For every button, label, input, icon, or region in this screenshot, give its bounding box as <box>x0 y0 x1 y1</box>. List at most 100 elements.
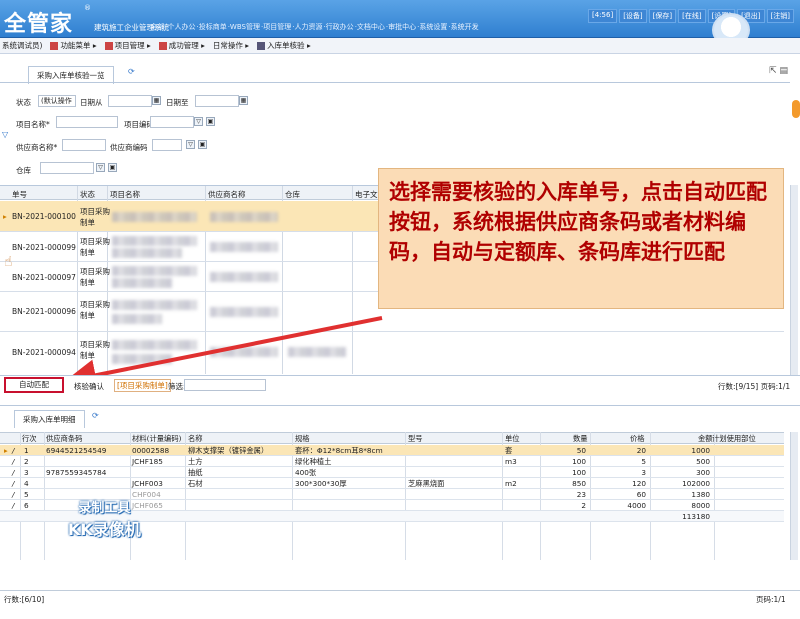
nav-settings[interactable]: ·系统设置 <box>417 22 447 32</box>
folder-icon <box>104 42 113 50</box>
refresh-icon[interactable]: ⟳ <box>92 411 99 420</box>
filter-tag[interactable]: [项目采购制单] <box>114 379 171 392</box>
redacted-text <box>112 278 172 288</box>
row-barcode: 6944521254549 <box>46 446 107 455</box>
redacted-text <box>210 272 278 282</box>
col-no[interactable]: 单号 <box>12 189 27 200</box>
top-nav: ·全部 ·个人办公 ·投标商单 ·WBS管理 ·项目管理 ·人力资源 ·行政办公… <box>148 22 479 32</box>
breadcrumb: 系统调试员) 功能菜单 ▸ 项目管理 ▸ 成功管理 ▸ 日常操作 ▸ 入库单核验… <box>0 38 800 54</box>
print-icon[interactable]: ▤ <box>779 66 788 76</box>
auto-match-button[interactable]: 自动匹配 <box>4 377 64 393</box>
top-links: [4:56] [设备] [保存] [在线] [设置] [退出] [注销] <box>588 9 794 23</box>
lookup-icon[interactable]: ▣ <box>206 117 215 126</box>
top-link-1[interactable]: [4:56] <box>588 9 618 23</box>
breadcrumb-menu[interactable]: 功能菜单 ▸ <box>50 40 97 51</box>
detail-scrollbar[interactable] <box>790 432 798 560</box>
col-warehouse[interactable]: 仓库 <box>285 189 300 200</box>
col-model[interactable]: 型号 <box>408 434 423 444</box>
top-link-2[interactable]: [设备] <box>619 9 647 23</box>
filter-icon[interactable]: ▽ <box>186 140 195 149</box>
row-name: 柳木支撑架（镀锌金属） <box>188 446 269 455</box>
row-amount: 102000 <box>682 479 710 488</box>
edit-icon[interactable]: / <box>12 446 14 455</box>
nav-hr[interactable]: ·人力资源 <box>292 22 322 32</box>
table-row[interactable]: / 2 JCHF185 土方 绿化种植土 m3 100 5 500 <box>0 456 784 467</box>
status-label: 状态 <box>16 98 31 107</box>
col-material-code[interactable]: 材料(计量编码) <box>132 434 181 444</box>
edit-icon[interactable]: / <box>12 490 14 499</box>
inbound-detail-grid: 行次 供应商条码 材料(计量编码) 名称 规格 型号 单位 数量 价格 金额 计… <box>0 432 784 560</box>
top-link-3[interactable]: [保存] <box>648 9 677 23</box>
nav-all[interactable]: ·全部 <box>148 22 164 32</box>
verify-confirm-button[interactable]: 核验确认 <box>74 381 104 392</box>
col-project[interactable]: 项目名称 <box>110 189 140 200</box>
supplier-name-input[interactable] <box>62 139 106 151</box>
date-to-input[interactable] <box>195 95 239 107</box>
side-handle[interactable] <box>792 100 800 118</box>
col-supplier[interactable]: 供应商名称 <box>208 189 246 200</box>
nav-wbs[interactable]: ·WBS管理 <box>228 22 260 32</box>
edit-icon[interactable]: / <box>12 457 14 466</box>
breadcrumb-project[interactable]: 项目管理 ▸ <box>104 40 151 51</box>
calendar-icon[interactable]: ▦ <box>152 96 161 105</box>
tab-inbound-detail[interactable]: 采购入库单明细 <box>14 410 85 428</box>
project-name-input[interactable] <box>56 116 118 128</box>
export-icon[interactable]: ⇱ <box>769 66 777 76</box>
date-from-input[interactable] <box>108 95 152 107</box>
col-barcode[interactable]: 供应商条码 <box>46 434 82 444</box>
table-row[interactable]: BN-2021-000094 项目采购 制单 <box>0 332 784 374</box>
col-status[interactable]: 状态 <box>80 189 95 200</box>
filter-icon[interactable]: ▽ <box>96 163 105 172</box>
row-no: BN-2021-000094 <box>12 348 76 357</box>
row-amount: 500 <box>696 457 710 466</box>
row-status-sub: 制单 <box>80 351 95 360</box>
edit-icon[interactable]: / <box>12 468 14 477</box>
detail-footer: 行数:[6/10] 页码:1/1 <box>0 590 800 606</box>
status-select[interactable]: (默认操作 <box>38 95 76 107</box>
nav-project[interactable]: ·项目管理 <box>261 22 291 32</box>
lookup-icon[interactable]: ▣ <box>108 163 117 172</box>
table-row[interactable]: / 3 9787559345784 抽纸 400张 100 3 300 <box>0 467 784 478</box>
panel-tools: ⇱ ▤ <box>769 66 788 76</box>
detail-page-stat: 页码:1/1 <box>756 595 786 604</box>
row-qty: 23 <box>576 490 586 499</box>
lookup-icon[interactable]: ▣ <box>198 140 207 149</box>
project-code-input[interactable] <box>150 116 194 128</box>
row-code: JCHF185 <box>132 457 163 466</box>
col-name[interactable]: 名称 <box>188 434 203 444</box>
breadcrumb-daily[interactable]: 日常操作 ▸ <box>213 40 249 51</box>
nav-admin[interactable]: ·行政办公 <box>323 22 353 32</box>
nav-dev[interactable]: ·系统开发 <box>448 22 478 32</box>
edit-icon[interactable]: / <box>12 501 14 510</box>
grid-scrollbar[interactable] <box>790 185 798 375</box>
top-link-7[interactable]: [注销] <box>766 9 794 23</box>
filter-icon[interactable]: ▽ <box>194 117 203 126</box>
supplier-code-input[interactable] <box>152 139 182 151</box>
redacted-text <box>210 347 278 357</box>
date-to-label: 日期至 <box>166 98 189 107</box>
edit-icon[interactable]: / <box>12 479 14 488</box>
filter-input[interactable] <box>184 379 266 391</box>
col-price[interactable]: 价格 <box>630 434 645 444</box>
nav-approval[interactable]: ·审批中心 <box>386 22 416 32</box>
table-row[interactable]: ▸ / 1 6944521254549 00002588 柳木支撑架（镀锌金属）… <box>0 445 784 456</box>
col-spec[interactable]: 规格 <box>295 434 310 444</box>
calendar-icon[interactable]: ▦ <box>239 96 248 105</box>
col-unit[interactable]: 单位 <box>505 434 520 444</box>
top-link-4[interactable]: [在线] <box>678 9 706 23</box>
col-usage[interactable]: 计划使用部位 <box>712 434 756 444</box>
col-amount[interactable]: 金额 <box>698 434 713 444</box>
col-efile[interactable]: 电子文 <box>355 189 378 200</box>
collapse-icon[interactable]: ▽ <box>2 130 8 139</box>
warehouse-input[interactable] <box>40 162 94 174</box>
col-qty[interactable]: 数量 <box>573 434 588 444</box>
nav-docs[interactable]: ·文档中心 <box>355 22 385 32</box>
nav-bidding[interactable]: ·投标商单 <box>196 22 226 32</box>
col-line[interactable]: 行次 <box>22 434 37 444</box>
table-row[interactable]: / 4 JCHF003 石材 300*300*30厚 芝麻黑烧面 m2 850 … <box>0 478 784 489</box>
nav-personal-office[interactable]: ·个人办公 <box>165 22 195 32</box>
filter-label: 筛选: <box>168 382 186 391</box>
row-spec: 300*300*30厚 <box>295 479 347 488</box>
refresh-icon[interactable]: ⟳ <box>128 67 135 76</box>
breadcrumb-success[interactable]: 成功管理 ▸ <box>158 40 205 51</box>
